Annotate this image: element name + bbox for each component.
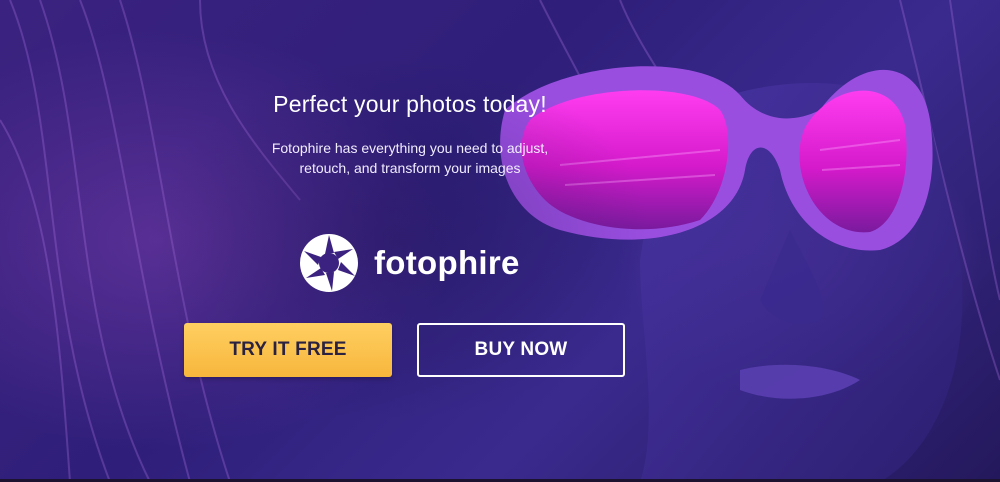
try-it-free-button[interactable]: TRY IT FREE <box>184 323 392 377</box>
hero-subtext-line-2: retouch, and transform your images <box>299 160 521 176</box>
hero-banner: Perfect your photos today! Fotophire has… <box>0 0 1000 482</box>
fotophire-logo[interactable]: fotophire <box>298 232 520 294</box>
hero-content: Perfect your photos today! Fotophire has… <box>0 0 1000 482</box>
hero-subtext: Fotophire has everything you need to adj… <box>180 138 640 178</box>
camera-shutter-icon <box>300 234 358 292</box>
hero-headline: Perfect your photos today! <box>273 91 547 117</box>
hero-subtext-line-1: Fotophire has everything you need to adj… <box>271 140 549 156</box>
buy-now-button[interactable]: BUY NOW <box>417 323 625 377</box>
brand-name: fotophire <box>374 244 520 281</box>
